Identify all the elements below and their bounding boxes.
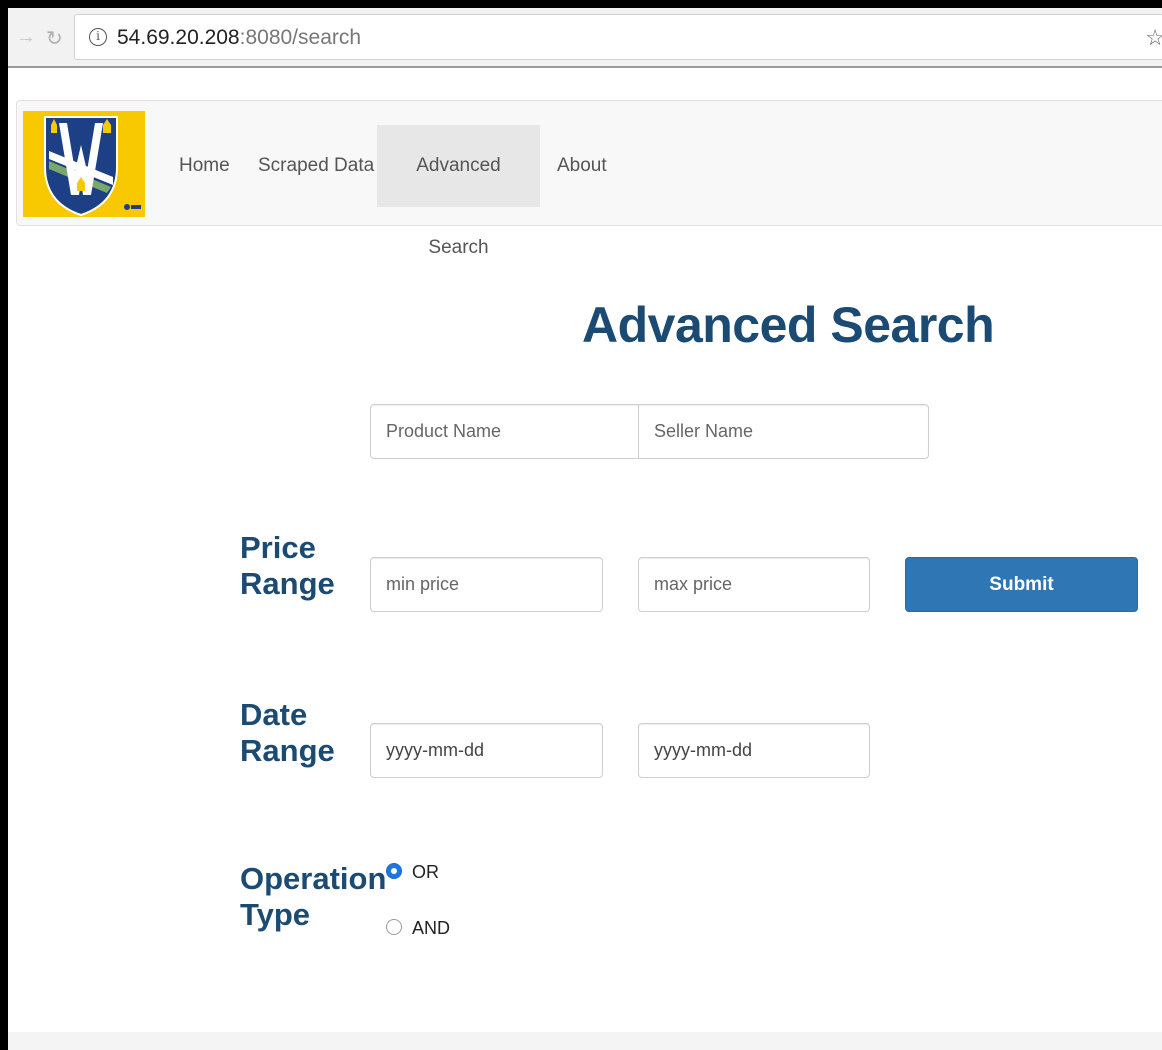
radio-checked-icon[interactable] — [386, 863, 402, 880]
radio-option-or[interactable]: OR — [386, 862, 439, 883]
product-name-input[interactable]: Product Name — [370, 404, 640, 459]
date-to-input[interactable]: yyyy-mm-dd — [638, 723, 870, 778]
browser-toolbar: → ↻ i 54.69.20.208:8080/search ☆ — [8, 8, 1162, 68]
url-text[interactable]: 54.69.20.208:8080/search — [117, 26, 361, 50]
window-border-left — [0, 0, 8, 1050]
shield-logo-icon — [23, 111, 145, 217]
submit-button[interactable]: Submit — [905, 557, 1138, 612]
nav-about[interactable]: About — [541, 125, 623, 207]
radio-or-label: OR — [412, 862, 439, 882]
page-footer-strip — [8, 1032, 1162, 1050]
price-label-line1: Price — [240, 530, 316, 565]
nav-home[interactable]: Home — [163, 125, 246, 207]
date-from-input[interactable]: yyyy-mm-dd — [370, 723, 603, 778]
url-host: 54.69.20.208 — [117, 26, 240, 49]
price-label-line2: Range — [240, 566, 335, 601]
date-range-label: Date Range — [240, 697, 335, 769]
browser-window: → ↻ i 54.69.20.208:8080/search ☆ Home Sc… — [0, 0, 1162, 1050]
back-arrow-icon[interactable]: → — [16, 26, 36, 49]
address-bar[interactable]: i 54.69.20.208:8080/search ☆ — [74, 14, 1162, 60]
date-label-line2: Range — [240, 733, 335, 768]
max-price-input[interactable]: max price — [638, 557, 870, 612]
date-label-line1: Date — [240, 697, 308, 732]
university-logo[interactable] — [23, 111, 145, 217]
bookmark-star-icon[interactable]: ☆ — [1145, 25, 1162, 51]
radio-option-and[interactable]: AND — [386, 918, 450, 939]
site-navbar: Home Scraped Data Advanced Search About — [16, 100, 1162, 258]
min-price-input[interactable]: min price — [370, 557, 603, 612]
nav-advanced-search[interactable]: Advanced Search — [377, 125, 540, 258]
window-border-top — [0, 0, 1162, 8]
url-path: :8080/search — [239, 26, 362, 49]
radio-and-label: AND — [412, 918, 451, 938]
page-title: Advanced Search — [582, 297, 995, 353]
seller-name-input[interactable]: Seller Name — [638, 404, 929, 459]
operation-type-label: Operation Type — [240, 861, 386, 933]
operation-label-line1: Operation — [240, 861, 387, 896]
operation-label-line2: Type — [240, 897, 311, 932]
radio-unchecked-icon[interactable] — [386, 919, 402, 936]
info-icon[interactable]: i — [89, 28, 107, 46]
price-range-label: Price Range — [240, 530, 335, 602]
nav-scraped-data[interactable]: Scraped Data — [242, 125, 390, 207]
reload-icon[interactable]: ↻ — [46, 26, 63, 51]
